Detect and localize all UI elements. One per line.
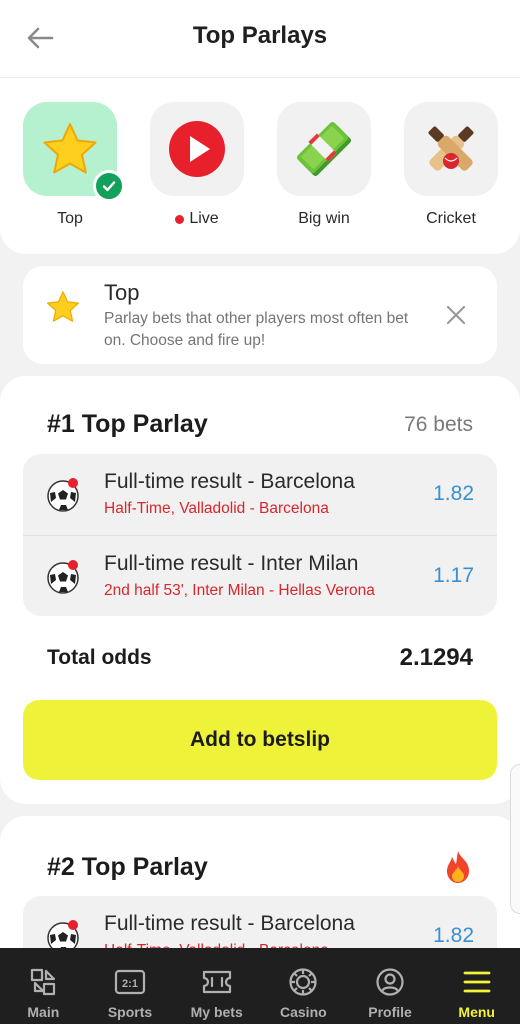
close-icon xyxy=(446,305,466,325)
bets-count: 76 bets xyxy=(404,412,473,436)
bet-subtitle: 2nd half 53', Inter Milan - Hellas Veron… xyxy=(104,582,375,599)
nav-profile[interactable]: Profile xyxy=(347,948,434,1024)
svg-text:2:1: 2:1 xyxy=(122,978,138,990)
profile-icon xyxy=(376,968,404,996)
category-big-win[interactable]: Big win xyxy=(277,102,371,228)
nav-label: Main xyxy=(27,1004,60,1020)
main-icon xyxy=(31,968,56,996)
parlay-header: #1 Top Parlay 76 bets xyxy=(47,410,473,439)
soccer-ball-icon xyxy=(47,560,79,594)
category-label: Big win xyxy=(298,210,350,227)
star-icon xyxy=(46,291,80,322)
star-icon xyxy=(43,123,97,174)
casino-chip-icon xyxy=(289,968,317,996)
category-label: Live xyxy=(150,210,244,228)
nav-label: Profile xyxy=(368,1004,412,1020)
category-label: Cricket xyxy=(426,210,476,227)
money-stack-icon xyxy=(296,121,352,177)
parlay-title: #1 Top Parlay xyxy=(47,410,208,438)
side-scroll-handle[interactable] xyxy=(510,764,520,914)
nav-label: Sports xyxy=(107,1004,153,1020)
nav-label: My bets xyxy=(190,1004,243,1020)
sports-icon: 2:1 xyxy=(114,969,146,995)
close-button[interactable] xyxy=(441,300,471,330)
bet-title: Full-time result - Inter Milan xyxy=(104,552,359,575)
bottom-nav: Main 2:1 Sports My bets Casino Profile M… xyxy=(0,948,520,1024)
play-icon xyxy=(169,121,225,177)
category-cricket[interactable]: Cricket xyxy=(404,102,498,228)
bet-subtitle: Half-Time, Valladolid - Barcelona xyxy=(104,500,329,517)
cricket-icon xyxy=(428,126,474,171)
category-top[interactable]: Top xyxy=(23,102,125,228)
top-bar: Top Parlays xyxy=(0,0,520,78)
ticket-icon xyxy=(202,970,231,994)
bet-title: Full-time result - Barcelona xyxy=(104,912,355,935)
bet-odds: 1.82 xyxy=(433,482,474,505)
nav-main[interactable]: Main xyxy=(0,948,87,1024)
parlay-title: #2 Top Parlay xyxy=(47,852,208,881)
live-dot-icon xyxy=(175,214,185,224)
nav-menu[interactable]: Menu xyxy=(433,948,520,1024)
category-live[interactable]: Live xyxy=(150,102,244,228)
bets-list: Full-time result - Barcelona Half-Time, … xyxy=(23,454,497,616)
category-tile xyxy=(404,102,498,196)
nav-my-bets[interactable]: My bets xyxy=(173,948,260,1024)
parlay-header: #2 Top Parlay xyxy=(47,850,473,884)
soccer-ball-icon xyxy=(47,478,79,512)
info-description: Parlay bets that other players most ofte… xyxy=(104,310,409,349)
nav-sports[interactable]: 2:1 Sports xyxy=(87,948,174,1024)
add-to-betslip-button[interactable]: Add to betslip xyxy=(23,700,497,780)
parlay-card: #1 Top Parlay 76 bets Full-time result -… xyxy=(0,376,520,804)
bet-title: Full-time result - Barcelona xyxy=(104,470,355,493)
category-tile xyxy=(150,102,244,196)
category-label: Top xyxy=(57,210,83,227)
total-odds-value: 2.1294 xyxy=(399,644,473,671)
fire-icon xyxy=(447,851,469,883)
total-odds-row: Total odds 2.1294 xyxy=(47,644,473,672)
bet-odds: 1.17 xyxy=(433,564,474,587)
total-odds-label: Total odds xyxy=(47,646,152,669)
nav-label: Casino xyxy=(280,1004,327,1020)
category-strip: Top Live Big win Cricket xyxy=(0,78,520,254)
menu-icon xyxy=(463,971,491,993)
nav-label: Menu xyxy=(458,1004,495,1020)
bet-row[interactable]: Full-time result - Barcelona Half-Time, … xyxy=(23,454,497,535)
page-title: Top Parlays xyxy=(192,22,328,49)
category-info-card: Top Parlay bets that other players most … xyxy=(23,266,497,364)
category-tile xyxy=(277,102,371,196)
nav-casino[interactable]: Casino xyxy=(260,948,347,1024)
bet-row[interactable]: Full-time result - Inter Milan 2nd half … xyxy=(23,535,497,616)
selected-check-icon xyxy=(93,170,125,202)
category-tile xyxy=(23,102,125,202)
info-title: Top xyxy=(104,280,140,305)
bet-odds: 1.82 xyxy=(433,924,474,947)
